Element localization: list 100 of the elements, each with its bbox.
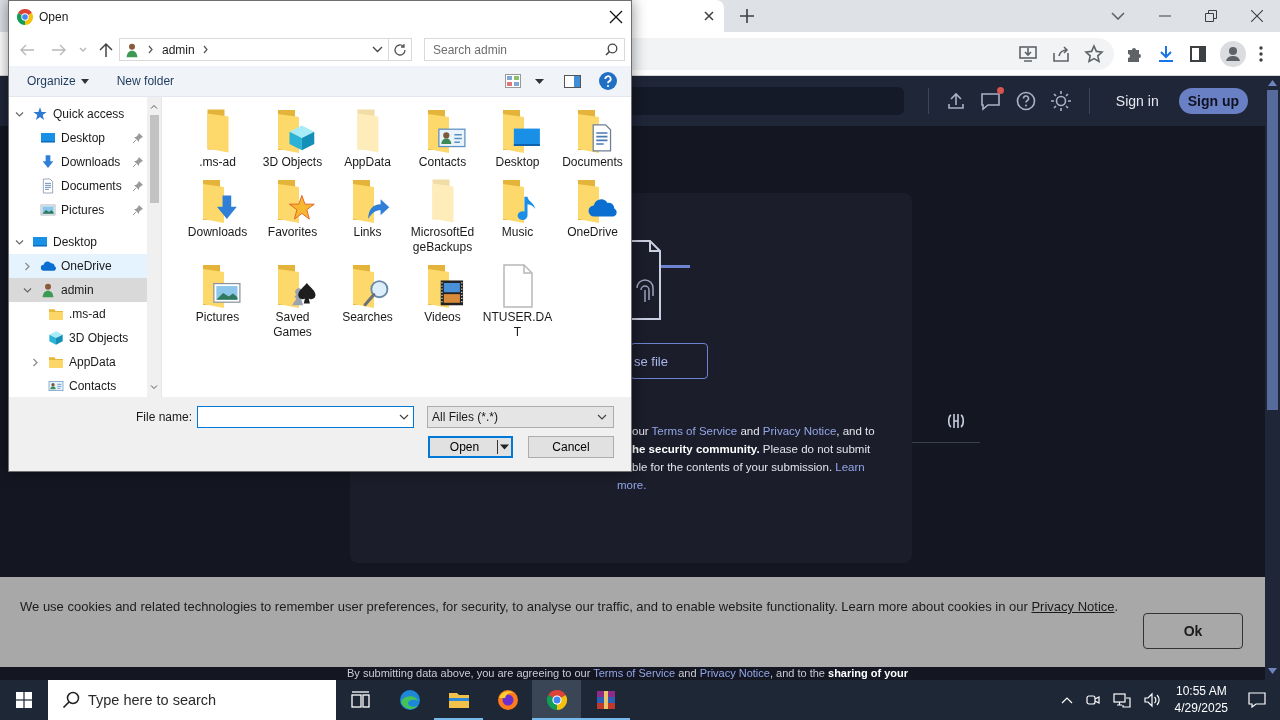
notification-icon[interactable] [1248, 692, 1266, 708]
tree-item[interactable]: admin [9, 278, 147, 302]
ok-button[interactable]: Ok [1143, 613, 1243, 649]
close-icon[interactable] [609, 10, 623, 24]
folder-item[interactable]: Saved Games [255, 262, 330, 340]
browser-icon [544, 688, 569, 712]
chevron-up-icon[interactable] [1060, 696, 1073, 704]
restore-icon[interactable] [1205, 10, 1217, 22]
search-icon[interactable] [605, 43, 618, 56]
address-field[interactable]: admin [119, 38, 412, 61]
folder-item[interactable]: OneDrive [555, 177, 630, 255]
download-icon[interactable] [1156, 43, 1176, 64]
help-icon[interactable] [1015, 91, 1036, 111]
folder-item[interactable]: Contacts [405, 107, 480, 170]
taskbar-button[interactable] [532, 680, 581, 720]
plus-icon[interactable] [740, 9, 754, 23]
folder-item[interactable]: Desktop [480, 107, 555, 170]
terms-link[interactable]: Terms of Service [651, 425, 738, 437]
camera-icon[interactable] [1084, 692, 1101, 708]
folder-item[interactable]: Music [480, 177, 555, 255]
tree-item[interactable]: Documents [9, 174, 147, 198]
tree-item[interactable]: Pictures [9, 198, 147, 222]
scan-icon[interactable] [947, 412, 965, 430]
scroll-up-icon[interactable] [1268, 80, 1277, 86]
profile-icon[interactable] [1220, 40, 1246, 67]
folder-item[interactable]: Links [330, 177, 405, 255]
field-label: File name: [134, 410, 192, 424]
scrollbar-thumb[interactable] [149, 115, 159, 203]
task-view-icon [350, 691, 371, 709]
install-icon[interactable] [1018, 43, 1038, 64]
chevron-right-icon[interactable] [148, 45, 154, 54]
folder-icon [206, 109, 229, 153]
footer-link[interactable]: Privacy Notice [699, 667, 770, 679]
folder-item[interactable]: MicrosoftEdgeBackups [405, 177, 480, 255]
tree-item[interactable]: .ms-ad [9, 302, 147, 326]
share-icon[interactable] [1051, 43, 1071, 64]
folder-item[interactable]: Pictures [180, 262, 255, 340]
new-folder-button[interactable]: New folder [112, 69, 179, 93]
breadcrumb-item[interactable]: admin [162, 42, 195, 57]
tree-item[interactable]: OneDrive [9, 254, 147, 278]
up-arrow-icon[interactable] [99, 41, 113, 58]
folder-item[interactable]: Searches [330, 262, 405, 340]
volume-icon[interactable] [1142, 692, 1161, 708]
refresh-icon[interactable] [393, 42, 407, 57]
tree-item[interactable]: Quick access [9, 102, 147, 126]
chevron-down-icon[interactable] [399, 414, 409, 420]
close-icon[interactable] [1251, 10, 1263, 22]
terms-text: he security community. Please do not submit [632, 442, 871, 457]
close-icon[interactable] [704, 11, 714, 21]
sign-in-link[interactable]: Sign in [1115, 93, 1159, 109]
chevron-down-icon[interactable] [14, 109, 24, 119]
footer-link[interactable]: Terms of Service [593, 667, 676, 679]
file-type-dropdown[interactable]: All Files (*.*) [427, 406, 614, 428]
file-item[interactable]: NTUSER.DAT [480, 262, 555, 340]
folder-item[interactable]: Documents [555, 107, 630, 170]
help-icon[interactable] [599, 72, 617, 90]
scrollbar-thumb[interactable] [1267, 90, 1278, 410]
more-icon[interactable] [1258, 44, 1264, 63]
star-icon[interactable] [1084, 43, 1104, 64]
chat-icon[interactable] [979, 91, 1002, 111]
folder-item[interactable]: Downloads [180, 177, 255, 255]
network-icon[interactable] [1112, 692, 1131, 708]
privacy-link[interactable]: Privacy Notice [1031, 599, 1115, 614]
scrollbar[interactable] [147, 97, 162, 397]
search-field[interactable]: Search admin [424, 38, 625, 61]
terms-link[interactable]: Learn [835, 461, 865, 473]
terms-link[interactable]: more. [617, 476, 647, 494]
cancel-button[interactable]: Cancel [528, 436, 614, 458]
chevron-down-icon [597, 414, 607, 420]
organize-button[interactable]: Organize [23, 69, 93, 93]
scrollbar[interactable] [1265, 76, 1280, 680]
caret-down-icon[interactable] [535, 78, 544, 84]
search-field[interactable]: Type here to search [48, 680, 336, 720]
view-icon[interactable] [505, 74, 521, 88]
tree-item[interactable]: Desktop [9, 126, 147, 150]
tree-item[interactable]: Contacts [9, 374, 147, 397]
scroll-down-icon[interactable] [1268, 668, 1277, 674]
side-panel-icon[interactable] [1188, 43, 1208, 64]
folder-item[interactable]: 3D Objects [255, 107, 330, 170]
picture-icon [40, 202, 56, 218]
folder-item[interactable]: AppData [330, 107, 405, 170]
chevron-right-icon[interactable] [202, 45, 209, 54]
user-icon [40, 282, 56, 298]
upload-icon[interactable] [945, 91, 966, 111]
tree-item[interactable]: Desktop [9, 230, 147, 254]
app-icon [17, 9, 33, 25]
tree-item[interactable]: 3D Objects [9, 326, 147, 350]
folder-item[interactable]: Videos [405, 262, 480, 340]
folder-item[interactable]: Favorites [255, 177, 330, 255]
folder-item[interactable]: .ms-ad [180, 107, 255, 170]
sign-up-button[interactable]: Sign up [1178, 88, 1248, 114]
theme-icon[interactable] [1049, 90, 1072, 112]
tree-item[interactable]: Downloads [9, 150, 147, 174]
preview-pane-icon[interactable] [564, 74, 581, 88]
file-name-field[interactable] [197, 406, 414, 428]
chevron-down-icon[interactable] [14, 237, 24, 247]
tree-item[interactable]: AppData [9, 350, 147, 374]
chevron-down-icon[interactable] [372, 46, 383, 53]
cookie-text: We use cookies and related technologies to remember user preferences, for security, to analyse our traffic, and to enable website functionality. Learn more about cookies in our Privacy Notice. [20, 598, 1120, 616]
open-button[interactable]: Open [428, 436, 513, 458]
